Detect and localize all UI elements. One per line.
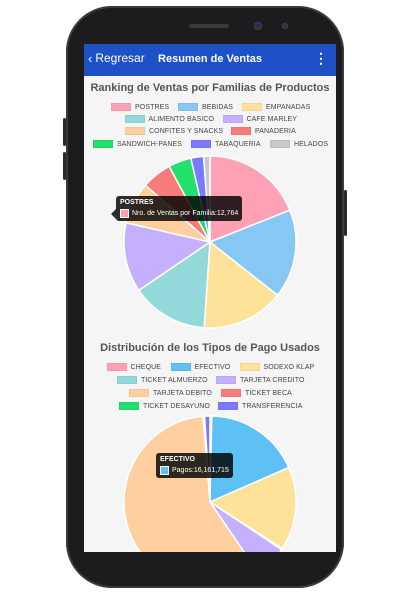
front-camera: [254, 22, 262, 30]
app-screen: ‹ Regresar Resumen de Ventas ⋮ Ranking d…: [84, 44, 336, 552]
tooltip-swatch: [120, 209, 129, 218]
tooltip-families: POSTRES Nro. de Ventas por Familia: 12,7…: [111, 196, 243, 221]
tooltip-label: EFECTIVO: [160, 456, 196, 463]
tooltip-value: 12,764: [216, 210, 239, 217]
sensor: [282, 23, 288, 29]
pie-0: [123, 155, 297, 329]
pie-1: [123, 415, 297, 552]
tooltip-series-name: Nro. de Ventas por Familia: [132, 210, 215, 217]
tooltip-label: POSTRES: [120, 199, 154, 206]
tooltip-payments: EFECTIVO Pagos: 16,161,715: [156, 453, 233, 478]
tooltip-value: 16,161,715: [193, 467, 229, 474]
power-button: [344, 190, 347, 236]
tooltip-swatch: [160, 466, 169, 475]
tooltip-caret: [111, 209, 116, 219]
phone-speaker: [189, 24, 229, 28]
tooltip-series-name: Pagos: [172, 467, 192, 474]
